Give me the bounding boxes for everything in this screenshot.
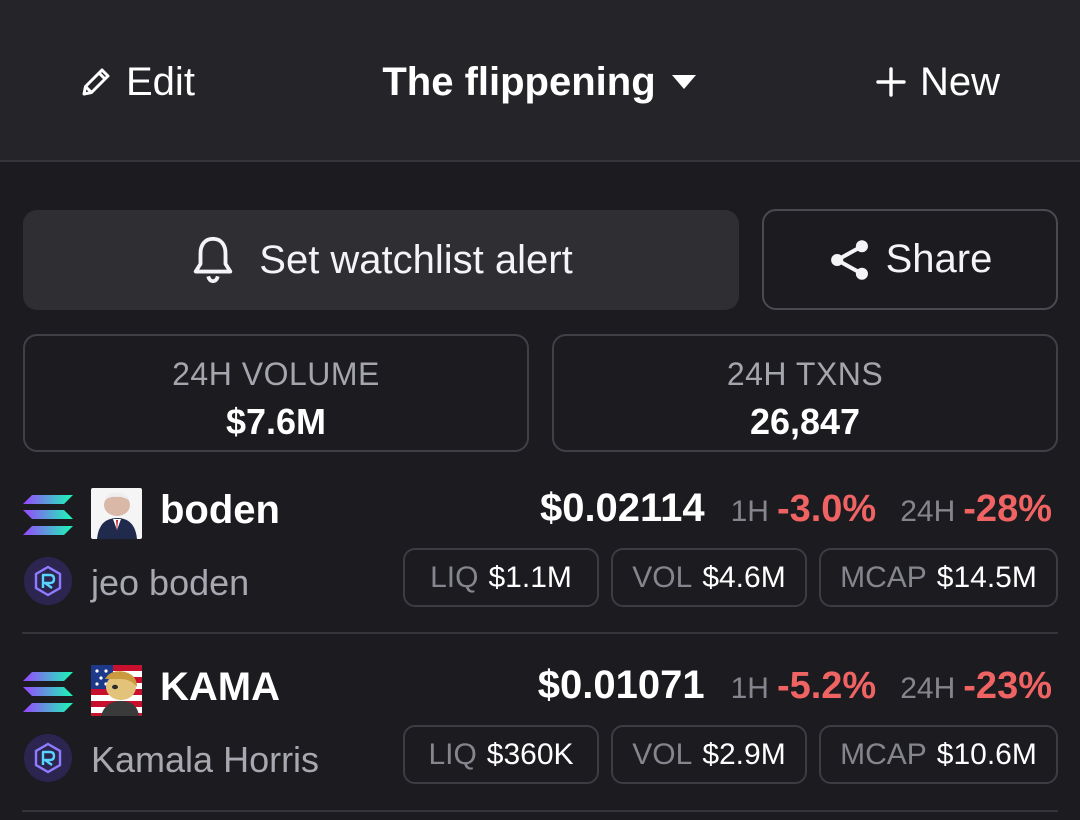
price-line: $0.01071 1H -5.2% 24H -23%: [538, 663, 1052, 708]
token-avatar: [91, 665, 142, 716]
liquidity-value: $360K: [486, 737, 574, 771]
share-label: Share: [885, 237, 993, 281]
edit-button[interactable]: Edit: [78, 58, 195, 106]
plus-icon: [876, 67, 906, 97]
watchlist-screen: Edit The flippening New Set watchlist al…: [0, 0, 1080, 820]
alert-label: Set watchlist alert: [259, 237, 573, 282]
solana-icon: [23, 672, 73, 712]
change-24h: -28%: [963, 488, 1052, 530]
market-cap-pill: MCAP $10.6M: [819, 725, 1058, 784]
change-1h: -3.0%: [776, 488, 877, 530]
token-price: $0.01071: [537, 663, 705, 707]
stat-label: 24H VOLUME: [172, 356, 380, 392]
period-1h-label: 1H: [730, 495, 769, 528]
liquidity-value: $1.1M: [488, 560, 572, 594]
volume-value: $4.6M: [702, 560, 786, 594]
row-divider: [22, 810, 1058, 812]
change-24h: -23%: [963, 665, 1052, 707]
price-line: $0.02114 1H -3.0% 24H -28%: [540, 486, 1052, 531]
token-avatar: [91, 488, 142, 539]
raydium-icon: [24, 557, 72, 605]
liquidity-pill: LIQ $1.1M: [403, 548, 599, 607]
market-cap-pill: MCAP $14.5M: [819, 548, 1058, 607]
caret-down-icon[interactable]: [670, 73, 698, 91]
market-cap-value: $10.6M: [936, 737, 1037, 771]
watchlist-title[interactable]: The flippening: [382, 60, 655, 105]
stat-24h-txns: 24H TXNS 26,847: [552, 334, 1058, 452]
share-button[interactable]: Share: [762, 209, 1058, 310]
raydium-icon: [24, 734, 72, 782]
token-name: Kamala Horris: [91, 739, 320, 780]
token-symbol: boden: [160, 488, 280, 532]
solana-icon: [23, 495, 73, 535]
bell-icon: [194, 236, 233, 284]
volume-pill: VOL $2.9M: [611, 725, 807, 784]
market-cap-label: MCAP: [840, 737, 927, 771]
set-watchlist-alert-button[interactable]: Set watchlist alert: [23, 210, 739, 310]
liquidity-pill: LIQ $360K: [403, 725, 599, 784]
token-name: jeo boden: [91, 562, 250, 603]
liquidity-label: LIQ: [430, 560, 479, 594]
token-symbol: KAMA: [160, 665, 280, 709]
market-cap-label: MCAP: [840, 560, 927, 594]
change-1h: -5.2%: [776, 665, 877, 707]
period-1h-label: 1H: [730, 672, 769, 705]
stat-value: 26,847: [749, 401, 861, 442]
volume-label: VOL: [632, 737, 693, 771]
stat-value: $7.6M: [225, 401, 327, 442]
header-bar: Edit The flippening New: [0, 0, 1080, 162]
liquidity-label: LIQ: [428, 737, 477, 771]
period-24h-label: 24H: [900, 672, 956, 705]
token-row[interactable]: boden jeo boden $0.02114 1H -3.0% 24H -2…: [0, 468, 1080, 644]
volume-label: VOL: [632, 560, 693, 594]
market-cap-value: $14.5M: [936, 560, 1037, 594]
period-24h-label: 24H: [900, 495, 956, 528]
token-row[interactable]: KAMA Kamala Horris $0.01071 1H -5.2% 24H…: [0, 645, 1080, 820]
pencil-icon: [82, 68, 110, 96]
volume-pill: VOL $4.6M: [611, 548, 807, 607]
stat-label: 24H TXNS: [726, 356, 884, 392]
volume-value: $2.9M: [702, 737, 786, 771]
share-icon: [830, 239, 868, 280]
new-label: New: [919, 59, 1000, 104]
token-price: $0.02114: [539, 486, 705, 530]
row-divider: [22, 632, 1058, 634]
edit-label: Edit: [126, 59, 195, 104]
stat-24h-volume: 24H VOLUME $7.6M: [23, 334, 529, 452]
new-watchlist-button[interactable]: New: [876, 58, 1000, 106]
